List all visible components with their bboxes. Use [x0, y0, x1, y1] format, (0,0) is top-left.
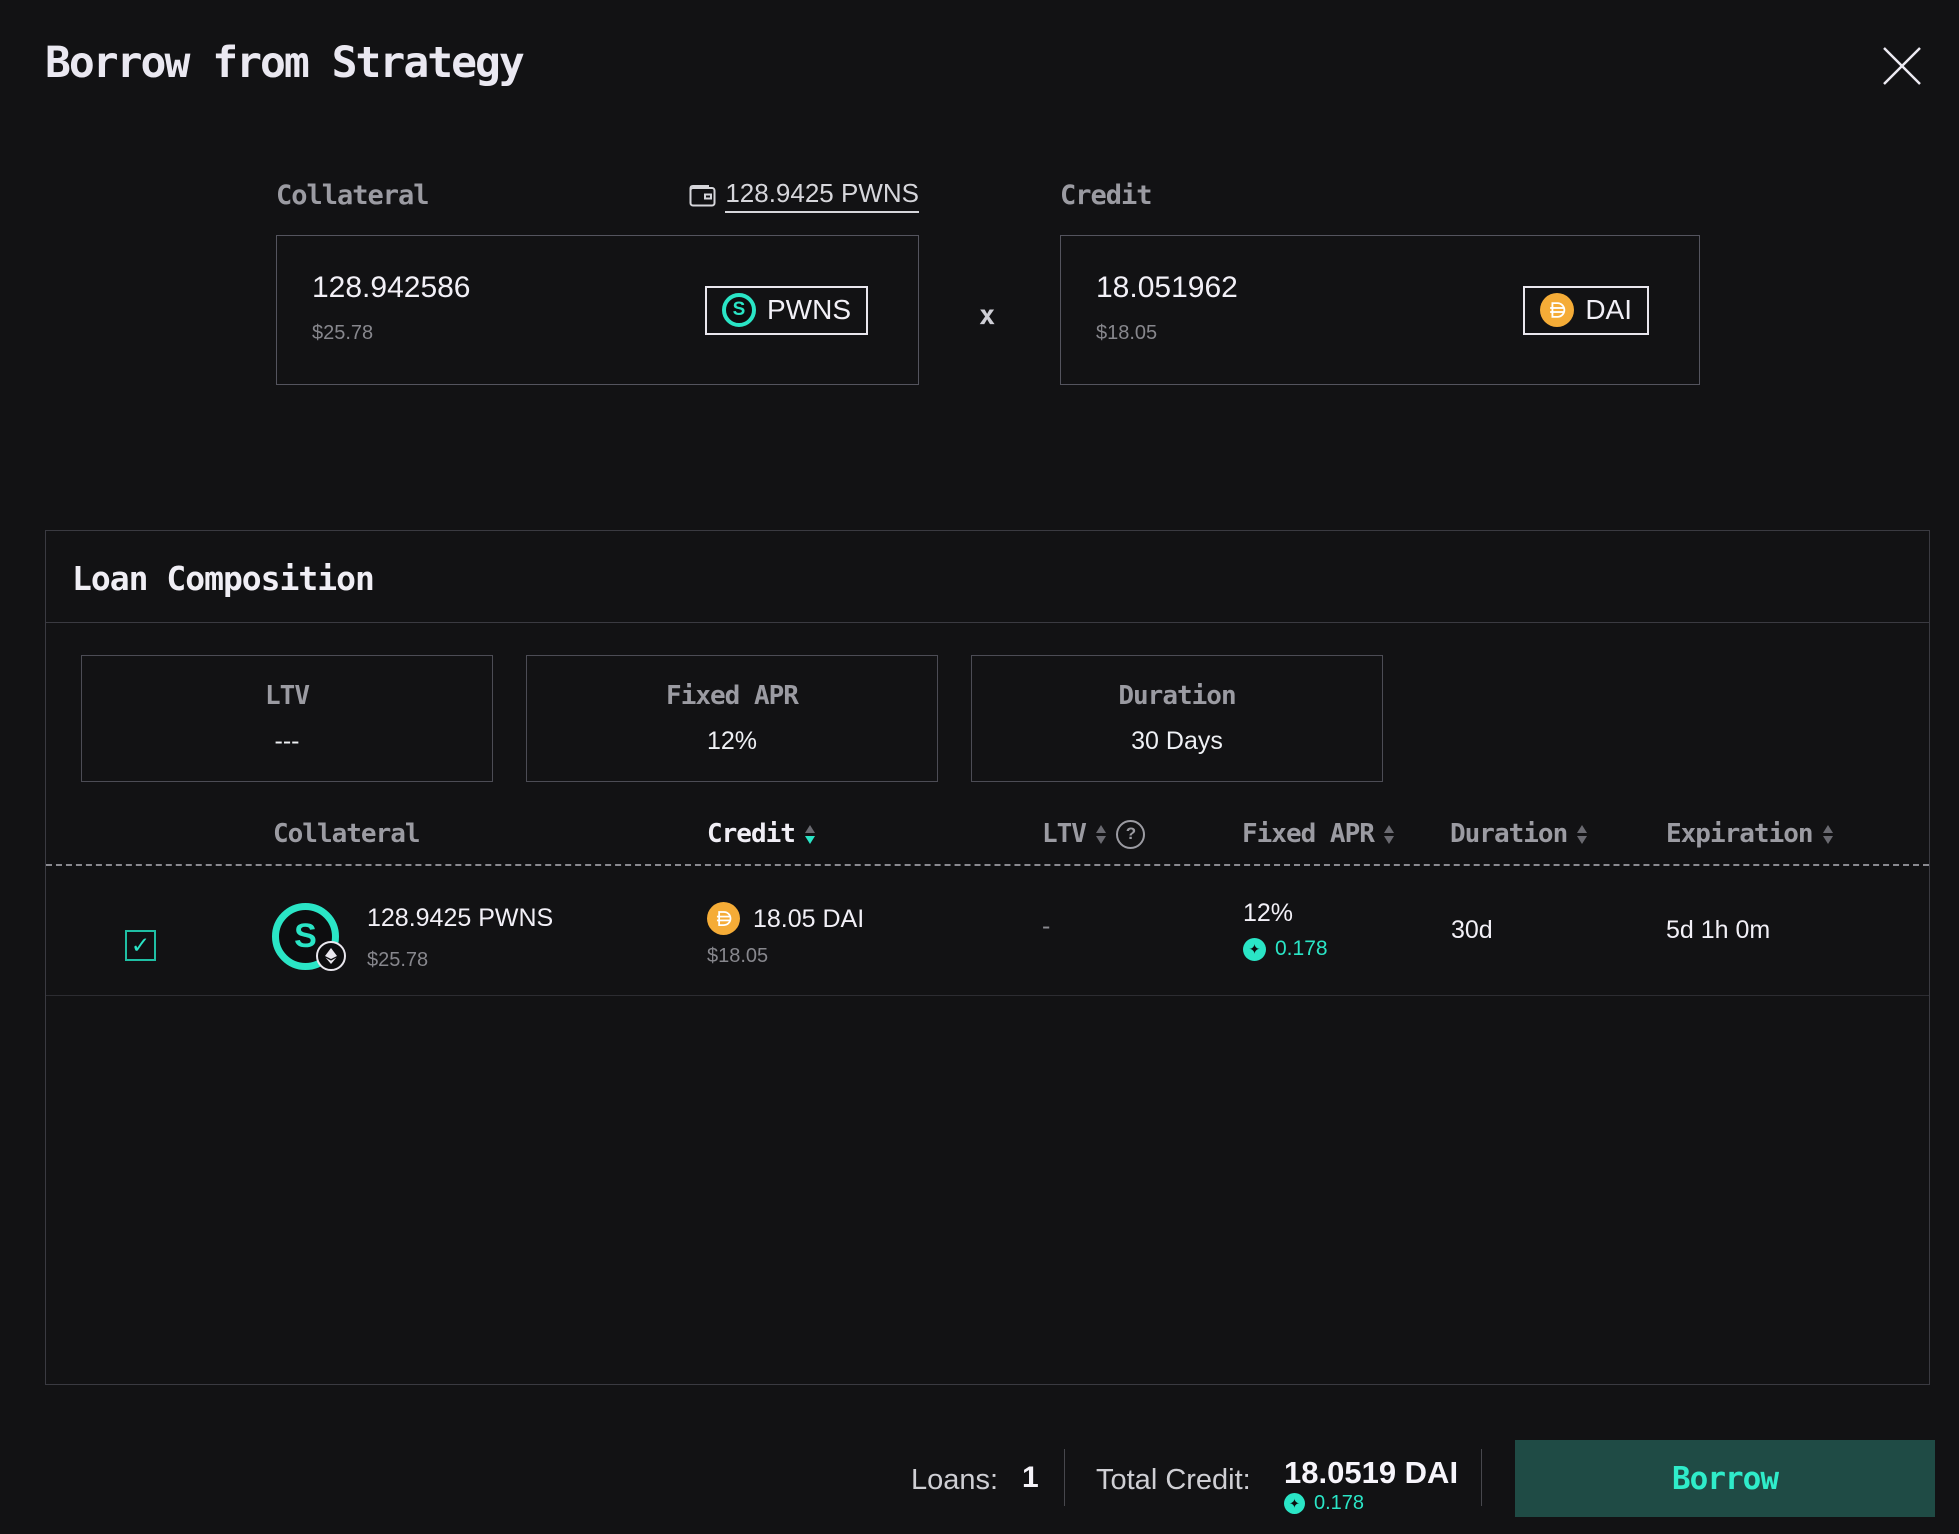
- swap-separator: x: [979, 300, 995, 331]
- stat-apr-label: Fixed APR: [666, 681, 798, 711]
- loans-count: 1: [1022, 1461, 1039, 1495]
- total-credit-label: Total Credit:: [1096, 1464, 1251, 1497]
- wallet-balance-text: 128.9425 PWNS: [725, 178, 919, 213]
- total-credit-value: 18.0519 DAI: [1284, 1455, 1458, 1491]
- stat-box-ltv: LTV ---: [81, 655, 493, 782]
- loan-composition-title: Loan Composition: [72, 559, 374, 598]
- row-fixed-apr-cell: 12% ✦ 0.178: [1243, 899, 1328, 961]
- column-header-expiration-label: Expiration: [1666, 819, 1813, 849]
- collateral-label: Collateral: [276, 180, 429, 211]
- row-collateral-amount: 128.9425 PWNS: [367, 904, 553, 933]
- column-header-collateral-label: Collateral: [273, 819, 420, 849]
- credit-label: Credit: [1060, 180, 1152, 211]
- collateral-amount-box: 128.942586 $25.78 S PWNS: [276, 235, 919, 385]
- strategy-stats: LTV --- Fixed APR 12% Duration 30 Days: [81, 655, 1383, 782]
- collateral-section: Collateral 128.9425 PWNS 128.942586 $25.…: [276, 178, 919, 385]
- row-collateral-cell: 128.9425 PWNS $25.78: [367, 904, 553, 972]
- footer-divider: [1481, 1449, 1482, 1506]
- collateral-amount-input[interactable]: 128.942586: [312, 271, 471, 305]
- credit-token-symbol: DAI: [1585, 294, 1632, 326]
- sort-icon-ltv[interactable]: [1096, 825, 1106, 844]
- sort-icon-duration[interactable]: [1577, 825, 1587, 844]
- panel-divider: [46, 622, 1929, 623]
- row-pwns-token-icon: S: [272, 903, 339, 970]
- column-header-duration[interactable]: Duration: [1450, 819, 1587, 849]
- column-header-credit[interactable]: Credit: [707, 819, 815, 849]
- row-checkbox[interactable]: ✓: [125, 930, 156, 961]
- close-x-glyph: [1878, 42, 1926, 90]
- stat-duration-label: Duration: [1118, 681, 1235, 711]
- stat-box-fixed-apr: Fixed APR 12%: [526, 655, 938, 782]
- total-credit-reward: ✦ 0.178: [1284, 1492, 1364, 1515]
- column-header-credit-label: Credit: [707, 819, 795, 849]
- wallet-balance-link[interactable]: 128.9425 PWNS: [689, 178, 919, 213]
- column-header-expiration[interactable]: Expiration: [1666, 819, 1833, 849]
- column-header-collateral: Collateral: [273, 819, 420, 849]
- footer-sparkle-icon: ✦: [1284, 1493, 1305, 1514]
- row-pwns-token-letter: S: [294, 917, 317, 956]
- sort-icon-fixed-apr[interactable]: [1384, 825, 1394, 844]
- credit-amount-input[interactable]: 18.051962: [1096, 271, 1238, 305]
- page-title: Borrow from Strategy: [45, 38, 523, 88]
- sparkle-glyph: ✦: [1249, 942, 1261, 956]
- sort-icon-expiration[interactable]: [1823, 825, 1833, 844]
- row-apr-reward: 0.178: [1275, 937, 1328, 961]
- column-header-ltv-label: LTV: [1042, 819, 1086, 849]
- column-header-fixed-apr[interactable]: Fixed APR: [1242, 819, 1394, 849]
- row-fixed-apr-value: 12%: [1243, 899, 1328, 928]
- checkmark-icon: ✓: [131, 932, 150, 959]
- column-header-fixed-apr-label: Fixed APR: [1242, 819, 1374, 849]
- column-header-duration-label: Duration: [1450, 819, 1567, 849]
- row-credit-fiat: $18.05: [707, 945, 768, 968]
- pwns-token-icon: S: [722, 293, 756, 327]
- footer-reward-value: 0.178: [1314, 1492, 1364, 1515]
- footer-divider: [1064, 1449, 1065, 1506]
- row-bottom-border: [46, 995, 1929, 996]
- pwns-token-letter: S: [733, 299, 746, 321]
- table-header-separator: [46, 864, 1929, 866]
- credit-fiat-value: $18.05: [1096, 322, 1238, 345]
- question-glyph: ?: [1126, 824, 1135, 844]
- collateral-token-select[interactable]: S PWNS: [705, 286, 868, 335]
- chain-badge-icon: [316, 941, 346, 971]
- loan-composition-panel: Loan Composition LTV --- Fixed APR 12% D…: [45, 530, 1930, 1385]
- reward-sparkle-icon: ✦: [1243, 938, 1266, 961]
- row-expiration-value: 5d 1h 0m: [1666, 916, 1770, 945]
- collateral-token-symbol: PWNS: [767, 294, 851, 326]
- credit-amount-box: 18.051962 $18.05 DAI: [1060, 235, 1700, 385]
- row-ltv-value: -: [1042, 912, 1050, 941]
- dai-token-icon: [1540, 293, 1574, 327]
- stat-ltv-label: LTV: [265, 681, 309, 711]
- sort-icon-credit[interactable]: [805, 825, 815, 844]
- stat-box-duration: Duration 30 Days: [971, 655, 1383, 782]
- wallet-icon: [689, 184, 716, 207]
- loans-label: Loans:: [911, 1464, 998, 1497]
- ltv-help-icon[interactable]: ?: [1116, 820, 1145, 849]
- stat-apr-value: 12%: [707, 727, 757, 756]
- row-collateral-fiat: $25.78: [367, 949, 553, 972]
- close-icon[interactable]: [1874, 38, 1930, 94]
- credit-section: Credit 18.051962 $18.05 DAI: [1060, 178, 1700, 385]
- row-duration-value: 30d: [1451, 916, 1493, 945]
- credit-token-select[interactable]: DAI: [1523, 286, 1649, 335]
- row-dai-token-icon: [707, 902, 740, 935]
- row-credit-amount: 18.05 DAI: [753, 905, 864, 934]
- stat-duration-value: 30 Days: [1131, 727, 1223, 756]
- collateral-fiat-value: $25.78: [312, 322, 471, 345]
- borrow-button[interactable]: Borrow: [1515, 1440, 1935, 1517]
- stat-ltv-value: ---: [275, 727, 300, 756]
- column-header-ltv[interactable]: LTV ?: [1042, 819, 1145, 849]
- footer-sparkle-glyph: ✦: [1289, 1497, 1300, 1510]
